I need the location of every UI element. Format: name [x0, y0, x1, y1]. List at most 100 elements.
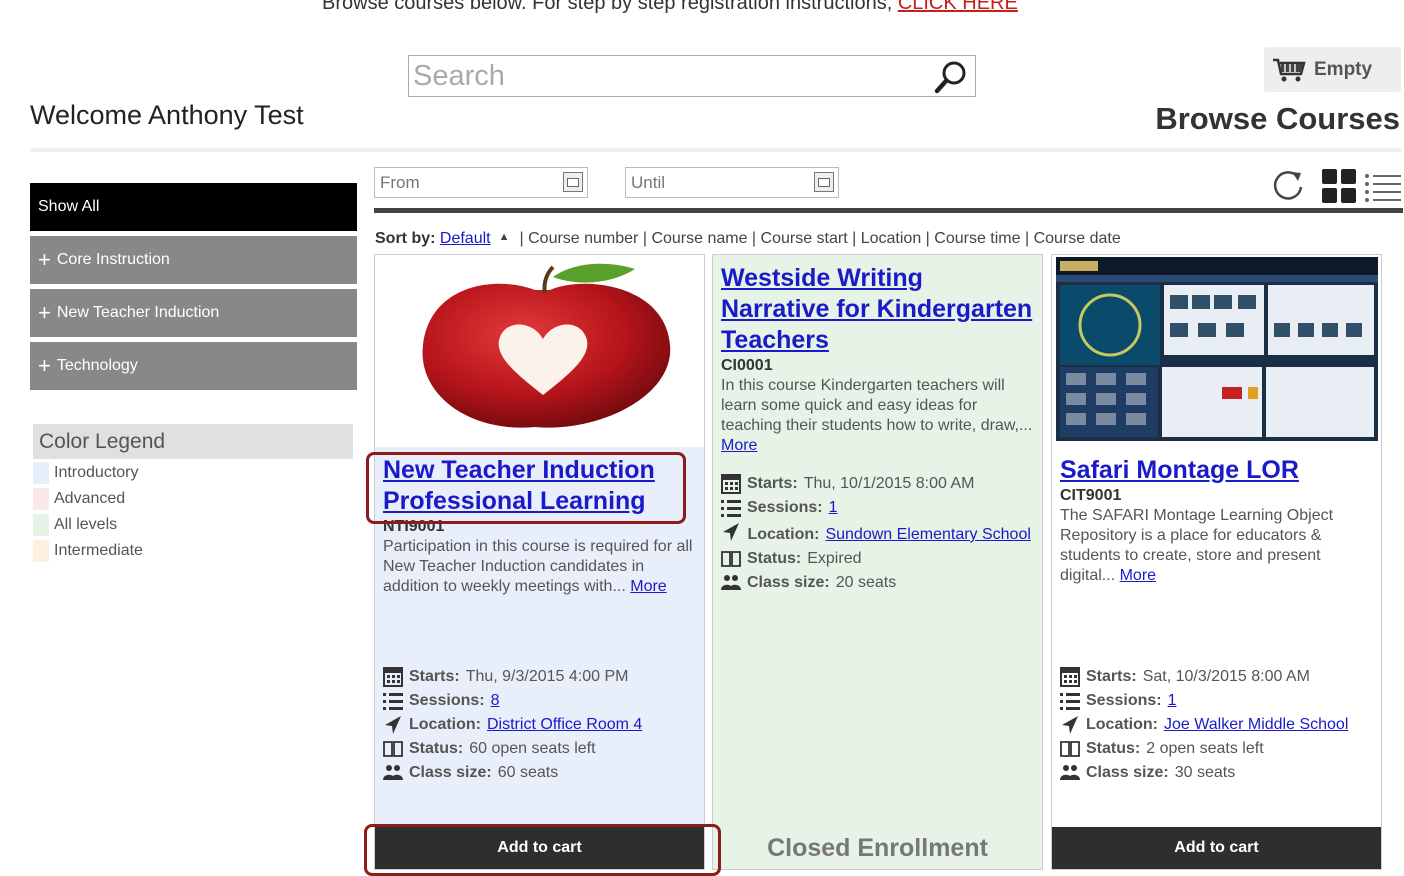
- sessions-link[interactable]: 1: [1168, 689, 1177, 713]
- sort-option-course-name[interactable]: Course name: [651, 230, 747, 247]
- sidebar-show-all[interactable]: Show All: [30, 183, 357, 231]
- class-size-label: Class size:: [747, 574, 830, 591]
- class-size-row: Class size: 60 seats: [383, 761, 700, 785]
- sort-option-course-date[interactable]: Course date: [1034, 230, 1121, 247]
- show-all-label: Show All: [38, 198, 100, 215]
- book-icon: [721, 551, 741, 567]
- location-link[interactable]: District Office Room 4: [487, 713, 642, 737]
- plus-icon: +: [38, 247, 51, 272]
- course-description: Participation in this course is required…: [383, 537, 696, 597]
- legend-swatch: [33, 514, 49, 536]
- registration-instructions: Browse courses below. For step by step r…: [322, 0, 1018, 15]
- sidebar-item-new-teacher-induction[interactable]: + New Teacher Induction: [30, 289, 357, 337]
- course-description: In this course Kindergarten teachers wil…: [721, 376, 1034, 456]
- list-view-icon[interactable]: [1364, 171, 1402, 203]
- course-card: Westside Writing Narrative for Kindergar…: [712, 254, 1043, 870]
- refresh-icon[interactable]: [1271, 168, 1305, 202]
- legend-item-introductory: Introductory: [33, 462, 138, 484]
- starts-value: Sat, 10/3/2015 8:00 AM: [1142, 668, 1310, 685]
- status-row: Status: Expired: [721, 547, 1038, 571]
- class-size-value: 20 seats: [835, 574, 897, 591]
- status-label: Status:: [747, 550, 802, 567]
- course-meta: Starts: Sat, 10/3/2015 8:00 AM Sessions: 1…: [1060, 665, 1377, 785]
- add-to-cart-button[interactable]: Add to cart: [1052, 827, 1381, 869]
- sort-label: Sort by:: [375, 230, 436, 247]
- location-link[interactable]: Sundown Elementary School: [825, 526, 1030, 543]
- description-text: The SAFARI Montage Learning Object Repos…: [1060, 507, 1334, 584]
- closed-enrollment-label: Closed Enrollment: [713, 827, 1042, 869]
- location-row: Location: District Office Room 4: [383, 713, 700, 737]
- calendar-icon[interactable]: [814, 172, 834, 192]
- until-date-input[interactable]: [629, 171, 808, 195]
- status-label: Status:: [1086, 740, 1141, 757]
- location-label: Location:: [1086, 716, 1158, 733]
- course-title-link[interactable]: Safari Montage LOR: [1060, 455, 1373, 486]
- starts-row: Starts: Sat, 10/3/2015 8:00 AM: [1060, 665, 1377, 689]
- class-size-row: Class size: 30 seats: [1060, 761, 1377, 785]
- cart-button[interactable]: Empty: [1264, 47, 1401, 92]
- class-size-value: 60 seats: [497, 764, 559, 781]
- course-title-link[interactable]: Westside Writing Narrative for Kindergar…: [721, 263, 1034, 356]
- course-info: Safari Montage LOR CIT9001 The SAFARI Mo…: [1060, 455, 1373, 586]
- plus-icon: +: [38, 300, 51, 325]
- more-link[interactable]: More: [721, 437, 757, 454]
- sort-option-course-start[interactable]: Course start: [761, 230, 848, 247]
- search-icon[interactable]: [933, 59, 969, 95]
- course-image-safari-montage: [1052, 255, 1381, 445]
- sidebar-item-core-instruction[interactable]: + Core Instruction: [30, 236, 357, 284]
- location-row: Location: Sundown Elementary School: [721, 520, 1038, 547]
- course-description: The SAFARI Montage Learning Object Repos…: [1060, 506, 1373, 586]
- status-value: 60 open seats left: [469, 740, 596, 757]
- calendar-icon: [721, 474, 741, 494]
- cart-status: Empty: [1314, 58, 1373, 80]
- more-link[interactable]: More: [1120, 567, 1156, 584]
- sort-asc-icon: ▲: [498, 231, 510, 243]
- legend-item-intermediate: Intermediate: [33, 540, 143, 562]
- sessions-label: Sessions:: [747, 499, 823, 516]
- status-value: 2 open seats left: [1146, 740, 1264, 757]
- sort-option-location[interactable]: Location: [861, 230, 922, 247]
- shopping-cart-icon: [1273, 58, 1306, 81]
- from-date-field: [374, 167, 588, 198]
- sessions-label: Sessions:: [409, 692, 485, 709]
- course-code: CI0001: [721, 357, 773, 374]
- calendar-icon[interactable]: [563, 172, 583, 192]
- starts-value: Thu, 9/3/2015 4:00 PM: [465, 668, 629, 685]
- sessions-link[interactable]: 8: [491, 689, 500, 713]
- legend-label: Introductory: [54, 464, 139, 481]
- location-label: Location:: [409, 716, 481, 733]
- group-icon: [721, 575, 741, 590]
- status-label: Status:: [409, 740, 464, 757]
- search-box: [408, 55, 976, 97]
- more-link[interactable]: More: [630, 578, 666, 595]
- legend-item-all-levels: All levels: [33, 514, 117, 536]
- search-input[interactable]: [411, 60, 925, 92]
- sessions-row: Sessions: 1: [721, 496, 1038, 520]
- sort-option-course-number[interactable]: Course number: [528, 230, 638, 247]
- sessions-row: Sessions: 1: [1060, 689, 1377, 713]
- starts-label: Starts:: [409, 668, 460, 685]
- from-date-input[interactable]: [378, 171, 557, 195]
- color-legend-title: Color Legend: [33, 424, 353, 459]
- sort-option-course-time[interactable]: Course time: [934, 230, 1020, 247]
- starts-label: Starts:: [1086, 668, 1137, 685]
- sort-default-link[interactable]: Default: [440, 230, 491, 247]
- click-here-link[interactable]: CLICK HERE: [898, 0, 1018, 14]
- course-code: CIT9001: [1060, 487, 1122, 504]
- course-info: Westside Writing Narrative for Kindergar…: [721, 263, 1034, 456]
- course-card: Safari Montage LOR CIT9001 The SAFARI Mo…: [1051, 254, 1382, 870]
- highlight-add-to-cart: [364, 824, 721, 876]
- starts-row: Starts: Thu, 10/1/2015 8:00 AM: [721, 472, 1038, 496]
- group-icon: [1060, 765, 1080, 780]
- location-arrow-icon: [385, 716, 401, 734]
- legend-label: Advanced: [54, 490, 126, 507]
- sessions-row: Sessions: 8: [383, 689, 700, 713]
- legend-label: All levels: [54, 516, 118, 533]
- location-link[interactable]: Joe Walker Middle School: [1164, 713, 1348, 737]
- sessions-link[interactable]: 1: [829, 496, 838, 520]
- legend-swatch: [33, 540, 49, 562]
- grid-view-icon[interactable]: [1321, 168, 1357, 204]
- legend-item-advanced: Advanced: [33, 488, 125, 510]
- page-title: Browse Courses: [1155, 101, 1400, 136]
- sidebar-item-technology[interactable]: + Technology: [30, 342, 357, 390]
